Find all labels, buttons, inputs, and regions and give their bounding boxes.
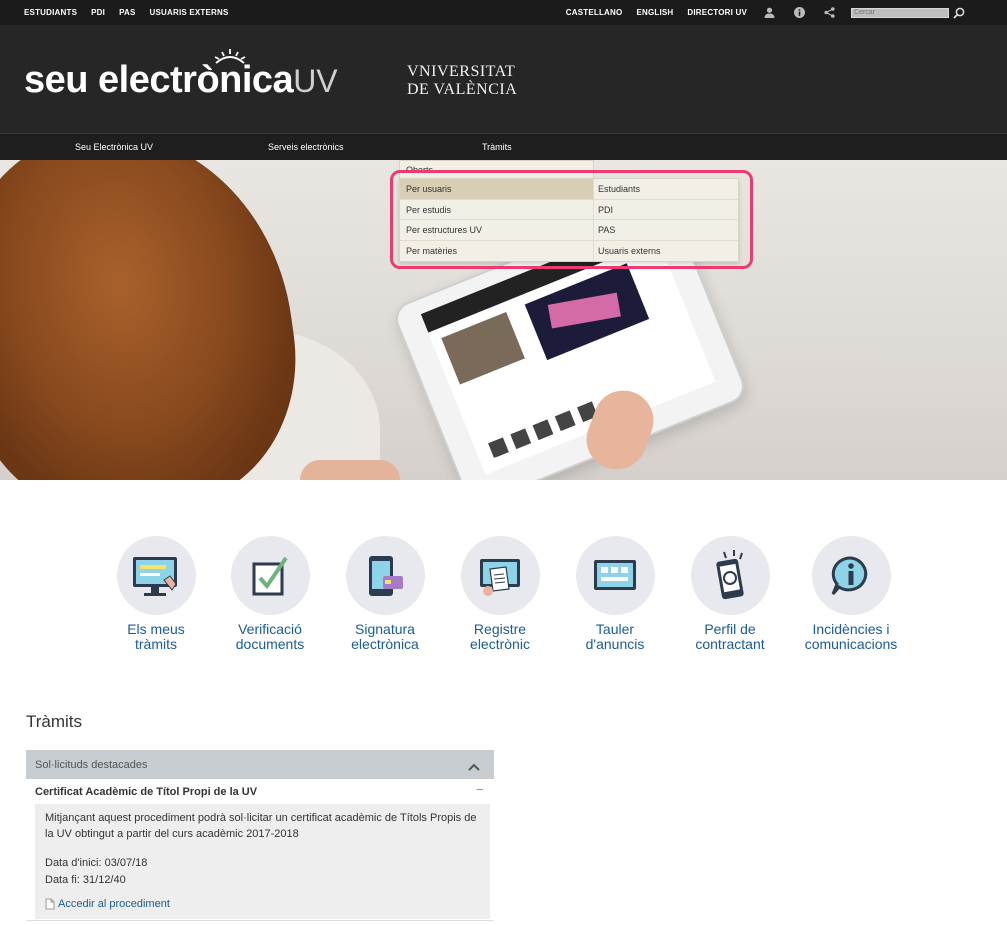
- link-castellano[interactable]: CASTELLANO: [566, 8, 623, 17]
- brand-main: seu electrònica: [24, 59, 294, 101]
- carousel-dot[interactable]: [491, 457, 503, 469]
- logo-spark-icon: [214, 49, 246, 64]
- nav-serveis-electronics[interactable]: Serveis electrònics: [268, 142, 344, 152]
- service-tauler[interactable]: Tauler d'anuncis: [560, 536, 670, 652]
- link-usuaris-externs[interactable]: USUARIS EXTERNS: [150, 8, 229, 17]
- accordion-title: Sol·licituds destacades: [35, 759, 148, 771]
- site-header: seu electrònicaUV VNIVERSITAT DE VALÈNCI…: [0, 25, 1007, 133]
- service-perfil-contractant[interactable]: Perfil de contractant: [675, 536, 785, 652]
- notice-board-icon: [575, 536, 655, 615]
- service-label-1: Perfil de: [704, 621, 756, 637]
- utility-links: CASTELLANO ENGLISH DIRECTORI UV: [566, 0, 967, 25]
- service-label-2: comunicacions: [804, 636, 898, 652]
- brand-suffix: UV: [293, 63, 338, 99]
- link-pas[interactable]: PAS: [119, 8, 135, 17]
- service-registre[interactable]: Registre electrònic: [445, 536, 555, 652]
- mobile-globe-icon: [690, 536, 770, 615]
- service-label-2: electrònic: [470, 636, 530, 652]
- procedure-body: Mitjançant aquest procediment podrà sol·…: [35, 804, 490, 919]
- checkbox-icon: [230, 536, 310, 615]
- info-icon[interactable]: [791, 5, 807, 21]
- procedure-end-date: Data fi: 31/12/40: [45, 874, 126, 886]
- audience-links: ESTUDIANTS PDI PAS USUARIS EXTERNS: [24, 0, 229, 25]
- link-estudiants[interactable]: ESTUDIANTS: [24, 8, 77, 17]
- service-label-2: contractant: [695, 636, 765, 652]
- service-label-1: Els meus: [127, 621, 185, 637]
- service-label-2: d'anuncis: [585, 636, 645, 652]
- info-bubble-icon: [811, 536, 891, 615]
- phone-card-icon: [345, 536, 425, 615]
- user-icon[interactable]: [761, 5, 777, 21]
- nav-tramits[interactable]: Tràmits: [482, 142, 512, 152]
- link-pdi[interactable]: PDI: [91, 8, 105, 17]
- divider: [26, 920, 494, 921]
- uv-logo-line1: VNIVERSITAT: [407, 63, 516, 80]
- access-procedure-label: Accedir al procediment: [58, 898, 170, 910]
- service-label-1: Signatura: [355, 621, 415, 637]
- search-icon[interactable]: [951, 5, 967, 21]
- link-english[interactable]: ENGLISH: [636, 8, 673, 17]
- procedure-start-date: Data d'inici: 03/07/18: [45, 857, 148, 869]
- link-directori-uv[interactable]: DIRECTORI UV: [687, 8, 747, 17]
- highlight-box: [390, 170, 753, 269]
- tramits-heading: Tràmits: [26, 712, 83, 731]
- service-label-1: Registre: [473, 621, 527, 637]
- hero-person-arm: [300, 460, 400, 480]
- service-signatura[interactable]: Signatura electrònica: [330, 536, 440, 652]
- service-incidencies[interactable]: Incidències i comunicacions: [790, 536, 912, 652]
- procedure-title[interactable]: Certificat Acadèmic de Títol Propi de la…: [35, 786, 257, 798]
- nav-seu-electronica[interactable]: Seu Electrònica UV: [75, 142, 153, 152]
- universitat-valencia-logo[interactable]: VNIVERSITAT DE VALÈNCIA: [407, 63, 517, 99]
- document-icon: [45, 898, 55, 910]
- procedure-description: Mitjançant aquest procediment podrà sol·…: [45, 812, 477, 840]
- service-verificacio[interactable]: Verificació documents: [215, 536, 325, 652]
- main-nav: Seu Electrònica UV Serveis electrònics T…: [0, 133, 1007, 160]
- share-icon[interactable]: [821, 5, 837, 21]
- document-screen-icon: [460, 536, 540, 615]
- service-els-meus-tramits[interactable]: Els meus tràmits: [101, 536, 211, 652]
- service-label-1: Incidències i: [812, 621, 890, 637]
- chevron-up-icon[interactable]: [468, 758, 480, 776]
- access-procedure-link[interactable]: Accedir al procediment: [45, 898, 170, 910]
- computer-icon: [116, 536, 196, 615]
- service-label-1: Tauler: [595, 621, 635, 637]
- service-label-2: electrònica: [351, 636, 419, 652]
- service-label-1: Verificació: [238, 621, 302, 637]
- search-input[interactable]: [851, 7, 949, 18]
- service-label-2: tràmits: [135, 636, 177, 652]
- uv-logo-line2: DE VALÈNCIA: [407, 81, 518, 98]
- collapse-icon[interactable]: −: [476, 782, 484, 797]
- accordion-header[interactable]: Sol·licituds destacades: [26, 750, 494, 779]
- hero-person-hair: [0, 160, 315, 480]
- top-bar: ESTUDIANTS PDI PAS USUARIS EXTERNS CASTE…: [0, 0, 1007, 25]
- service-label-2: documents: [235, 636, 305, 652]
- seu-electronica-logo[interactable]: seu electrònicaUV: [24, 49, 338, 101]
